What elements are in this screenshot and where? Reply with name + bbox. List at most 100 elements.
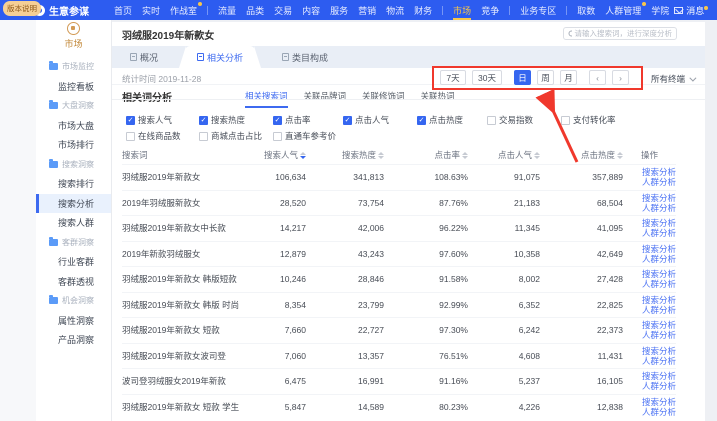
tab-overview[interactable]: 概况 (130, 46, 158, 68)
crowd-analysis-link[interactable]: 人群分析 (642, 305, 676, 315)
crowd-analysis-link[interactable]: 人群分析 (642, 330, 676, 340)
crowd-analysis-link[interactable]: 人群分析 (642, 203, 676, 213)
keyword-cell: 羽绒服2019年新款女 短款 学生 (122, 401, 262, 413)
search-analysis-link[interactable]: 搜索分析 (642, 371, 676, 381)
sidebar-item-market-overview[interactable]: 市场大盘 (36, 116, 111, 136)
sidebar-item-monitor-board[interactable]: 监控看板 (36, 77, 111, 97)
crowd-analysis-link[interactable]: 人群分析 (642, 407, 676, 417)
sidebar-item-customer-perspective[interactable]: 客群透视 (36, 272, 111, 292)
keyword-search-input[interactable]: 请输入搜索词，进行深度分析 (563, 27, 677, 40)
nav-item-realtime[interactable]: 实时 (137, 0, 165, 20)
search-analysis-link[interactable]: 搜索分析 (642, 397, 676, 407)
metric-checkbox-online-items[interactable]: 在线商品数 (126, 130, 199, 142)
crowd-analysis-link[interactable]: 人群分析 (642, 254, 676, 264)
folder-icon (49, 239, 58, 246)
search-analysis-link[interactable]: 搜索分析 (642, 269, 676, 279)
search-heat-cell: 23,799 (306, 300, 384, 310)
search-heat-cell: 16,991 (306, 376, 384, 386)
metric-checkbox-click-heat[interactable]: ✓点击热度 (417, 114, 487, 126)
metric-checkbox-search-heat[interactable]: ✓搜索热度 (199, 114, 273, 126)
metric-checkbox-search-popularity[interactable]: ✓搜索人气 (126, 114, 199, 126)
sidebar-item-search-rank[interactable]: 搜索排行 (36, 174, 111, 194)
checkbox-checked-icon: ✓ (417, 116, 426, 125)
nav-item-finance[interactable]: 财务 (409, 0, 437, 20)
terminal-dropdown[interactable]: 所有终端 (651, 73, 694, 85)
sidebar-item-search-analysis[interactable]: 搜索分析 (36, 194, 111, 214)
nav-item-traffic[interactable]: 流量 (213, 0, 241, 20)
left-strip (0, 20, 36, 421)
nav-divider (566, 6, 567, 15)
sidebar-group-market-insight[interactable]: 大盘洞察 (36, 96, 111, 116)
nav-item-trade[interactable]: 交易 (269, 0, 297, 20)
search-analysis-link[interactable]: 搜索分析 (642, 167, 676, 177)
folder-icon (49, 63, 58, 70)
nav-item-logistics[interactable]: 物流 (381, 0, 409, 20)
metric-checkbox-ztc-ref-price[interactable]: 直通车参考价 (273, 130, 343, 142)
tab-related-analysis[interactable]: 相关分析 (185, 46, 255, 68)
nav-item-service[interactable]: 服务 (325, 0, 353, 20)
nav-item-marketing[interactable]: 营销 (353, 0, 381, 20)
granularity-month-button[interactable]: 月 (560, 70, 577, 85)
crowd-analysis-link[interactable]: 人群分析 (642, 279, 676, 289)
nav-item-home[interactable]: 首页 (109, 0, 137, 20)
nav-item-category[interactable]: 品类 (241, 0, 269, 20)
nav-item-academy[interactable]: 学院 (646, 0, 674, 20)
metric-checkbox-mall-click-share[interactable]: 商城点击占比 (199, 130, 273, 142)
metric-checkbox-click-popularity[interactable]: ✓点击人气 (343, 114, 417, 126)
checkbox-checked-icon: ✓ (343, 116, 352, 125)
search-analysis-link[interactable]: 搜索分析 (642, 295, 676, 305)
sidebar-item-industry-customer[interactable]: 行业客群 (36, 252, 111, 272)
click-heat-cell: 12,838 (540, 402, 623, 412)
next-date-button[interactable]: › (612, 70, 629, 85)
ctr-cell: 87.76% (384, 198, 468, 208)
metric-checkbox-trade-index[interactable]: 交易指数 (487, 114, 561, 126)
range-30d-button[interactable]: 30天 (472, 70, 502, 85)
search-analysis-link[interactable]: 搜索分析 (642, 320, 676, 330)
actions-cell: 搜索分析 人群分析 (623, 218, 676, 238)
granularity-day-button[interactable]: 日 (514, 70, 531, 85)
search-analysis-link[interactable]: 搜索分析 (642, 244, 676, 254)
col-header-search-heat[interactable]: 搜索热度 (306, 149, 384, 161)
prev-date-button[interactable]: ‹ (589, 70, 606, 85)
version-note-tag[interactable]: 版本说明 (3, 1, 41, 16)
table-row: 波司登羽绒服女2019年新款 6,475 16,991 91.16% 5,237… (122, 368, 676, 394)
nav-messages[interactable]: 消息 (674, 4, 708, 17)
nav-items: 首页 实时 作战室 流量 品类 交易 内容 服务 营销 物流 财务 市场 竞争 … (109, 0, 674, 20)
nav-item-data-fetch[interactable]: 取数 (572, 0, 600, 20)
crowd-analysis-link[interactable]: 人群分析 (642, 381, 676, 391)
nav-item-war-room[interactable]: 作战室 (165, 0, 202, 20)
col-header-click-heat[interactable]: 点击热度 (540, 149, 623, 161)
nav-item-crowd-mgmt[interactable]: 人群管理 (600, 0, 646, 20)
table-row: 羽绒服2019年新款女 106,634 341,813 108.63% 91,0… (122, 164, 676, 190)
metric-checkbox-ctr[interactable]: ✓点击率 (273, 114, 343, 126)
crowd-analysis-link[interactable]: 人群分析 (642, 356, 676, 366)
crowd-analysis-link[interactable]: 人群分析 (642, 228, 676, 238)
sidebar-group-search-insight[interactable]: 搜索洞察 (36, 155, 111, 175)
sidebar-item-search-crowd[interactable]: 搜索人群 (36, 213, 111, 233)
crowd-analysis-link[interactable]: 人群分析 (642, 177, 676, 187)
granularity-week-button[interactable]: 周 (537, 70, 554, 85)
nav-item-business-zone[interactable]: 业务专区 (515, 0, 561, 20)
search-analysis-link[interactable]: 搜索分析 (642, 346, 676, 356)
sidebar-group-opportunity-insight[interactable]: 机会洞察 (36, 291, 111, 311)
range-7d-button[interactable]: 7天 (440, 70, 466, 85)
search-analysis-link[interactable]: 搜索分析 (642, 193, 676, 203)
content-card: 统计时间 2019-11-28 相关词分析 相关搜索词 关联品牌词 关联修饰词 … (112, 68, 705, 421)
search-analysis-link[interactable]: 搜索分析 (642, 218, 676, 228)
sidebar-item-attribute-insight[interactable]: 属性洞察 (36, 311, 111, 331)
nav-item-content[interactable]: 内容 (297, 0, 325, 20)
nav-item-compete[interactable]: 竞争 (476, 0, 504, 20)
col-header-ctr[interactable]: 点击率 (384, 149, 468, 161)
col-header-search-popularity[interactable]: 搜索人气 (262, 149, 306, 161)
sidebar-group-customer-insight[interactable]: 客群洞察 (36, 233, 111, 253)
sidebar-item-product-insight[interactable]: 产品洞察 (36, 330, 111, 350)
click-popularity-cell: 11,345 (468, 223, 540, 233)
sidebar-item-market-rank[interactable]: 市场排行 (36, 135, 111, 155)
metric-checkbox-pay-conversion[interactable]: 支付转化率 (561, 114, 616, 126)
tab-category-composition[interactable]: 类目构成 (282, 46, 328, 68)
keyword-cell: 2019年新款羽绒服女 (122, 248, 262, 260)
nav-item-market[interactable]: 市场 (448, 0, 476, 20)
col-header-click-popularity[interactable]: 点击人气 (468, 149, 540, 161)
click-heat-cell: 22,373 (540, 325, 623, 335)
sidebar-group-market-monitor[interactable]: 市场监控 (36, 57, 111, 77)
